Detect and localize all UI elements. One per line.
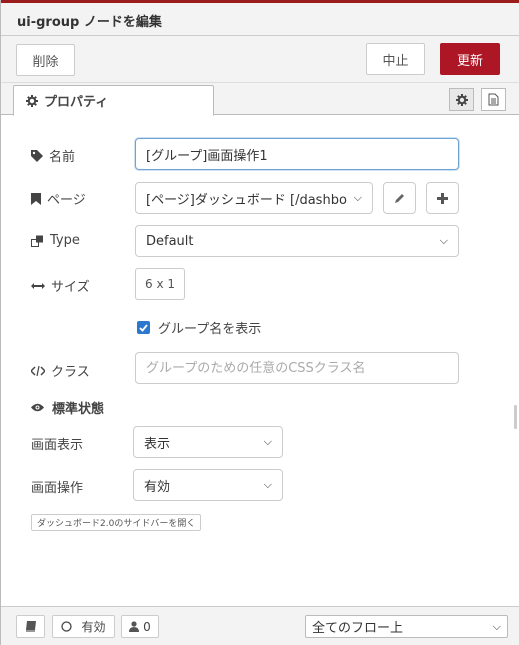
class-label-row: クラス xyxy=(31,361,90,380)
circle-icon xyxy=(61,621,73,632)
operation-select[interactable]: 有効 ⌵ xyxy=(133,469,283,501)
bookmark-icon xyxy=(31,192,41,205)
type-label-row: Type xyxy=(31,233,80,248)
page-label: ページ xyxy=(47,193,86,208)
user-count: 0 xyxy=(143,619,151,634)
description-icon xyxy=(488,93,499,106)
tab-properties-label: プロパティ xyxy=(44,95,109,110)
user-icon xyxy=(129,621,140,632)
size-label-row: サイズ xyxy=(31,276,90,295)
chevron-down-icon: ⌵ xyxy=(492,619,501,633)
show-name-row[interactable]: グループ名を表示 xyxy=(137,318,261,337)
size-picker-button[interactable]: 6 x 1 xyxy=(135,268,185,300)
name-input[interactable] xyxy=(135,138,459,170)
chevron-down-icon: ⌵ xyxy=(353,191,362,204)
tab-bar: プロパティ xyxy=(1,83,519,116)
chevron-down-icon: ⌵ xyxy=(263,435,272,448)
type-select[interactable]: Default ⌵ xyxy=(135,225,459,257)
tab-description-button[interactable] xyxy=(481,88,506,111)
class-label: クラス xyxy=(51,365,90,380)
show-name-checkbox[interactable] xyxy=(137,321,150,334)
enabled-label: 有効 xyxy=(81,620,106,634)
tray-title: ui-group ノードを編集 xyxy=(17,15,162,30)
operation-label: 画面操作 xyxy=(31,481,84,496)
page-select[interactable]: [ページ]ダッシュボード [/dashbo ⌵ xyxy=(135,182,373,214)
tray-footer: 有効 0 全てのフロー上 ⌵ xyxy=(1,606,519,645)
arrows-h-icon xyxy=(31,282,45,289)
gear-icon xyxy=(26,94,38,107)
plus-icon xyxy=(437,192,448,204)
check-icon xyxy=(139,323,148,332)
eye-icon xyxy=(31,403,44,412)
clone-icon xyxy=(31,235,43,247)
name-label-row: 名前 xyxy=(31,146,75,165)
edit-tray: ui-group ノードを編集 削除 中止 更新 プロパティ 名前 ページ xyxy=(0,0,519,645)
tab-properties[interactable]: プロパティ xyxy=(13,85,214,116)
chevron-down-icon: ⌵ xyxy=(263,478,272,491)
chevron-down-icon: ⌵ xyxy=(439,234,448,247)
tray-toolbar: 削除 中止 更新 xyxy=(1,36,519,83)
resize-handle[interactable] xyxy=(514,405,517,429)
edit-page-button[interactable] xyxy=(383,182,416,214)
flow-scope-select[interactable]: 全てのフロー上 ⌵ xyxy=(305,615,508,638)
default-state-header: 標準状態 xyxy=(31,398,104,417)
type-label: Type xyxy=(50,233,80,248)
properties-panel: 名前 ページ [ページ]ダッシュボード [/dashbo ⌵ Type Defa… xyxy=(1,116,519,606)
book-icon xyxy=(25,621,36,632)
tray-header: ui-group ノードを編集 xyxy=(1,3,519,36)
display-select-value: 表示 xyxy=(144,436,171,452)
display-label: 画面表示 xyxy=(31,438,84,453)
pencil-icon xyxy=(395,193,404,203)
add-page-button[interactable] xyxy=(426,182,459,214)
default-state-label: 標準状態 xyxy=(52,402,105,417)
name-label: 名前 xyxy=(49,150,76,165)
class-input[interactable] xyxy=(135,352,459,384)
size-label: サイズ xyxy=(51,280,90,295)
type-select-value: Default xyxy=(146,233,194,249)
code-icon xyxy=(31,365,45,376)
operation-select-value: 有効 xyxy=(144,479,171,495)
show-name-label: グループ名を表示 xyxy=(158,322,262,337)
flow-scope-value: 全てのフロー上 xyxy=(312,621,404,636)
tab-settings-button[interactable] xyxy=(449,88,474,111)
page-label-row: ページ xyxy=(31,189,86,208)
cancel-button[interactable]: 中止 xyxy=(366,43,425,75)
user-count-button[interactable]: 0 xyxy=(121,615,159,638)
node-help-button[interactable] xyxy=(16,615,45,638)
open-sidebar-button[interactable]: ダッシュボード2.0のサイドバーを開く xyxy=(31,514,202,531)
delete-button[interactable]: 削除 xyxy=(16,44,75,76)
display-select[interactable]: 表示 ⌵ xyxy=(133,426,283,458)
enabled-toggle-button[interactable]: 有効 xyxy=(52,615,115,638)
tag-icon xyxy=(31,149,43,162)
page-select-value: [ページ]ダッシュボード [/dashbo xyxy=(146,192,347,208)
gear-icon xyxy=(455,93,468,106)
update-button[interactable]: 更新 xyxy=(440,43,500,75)
